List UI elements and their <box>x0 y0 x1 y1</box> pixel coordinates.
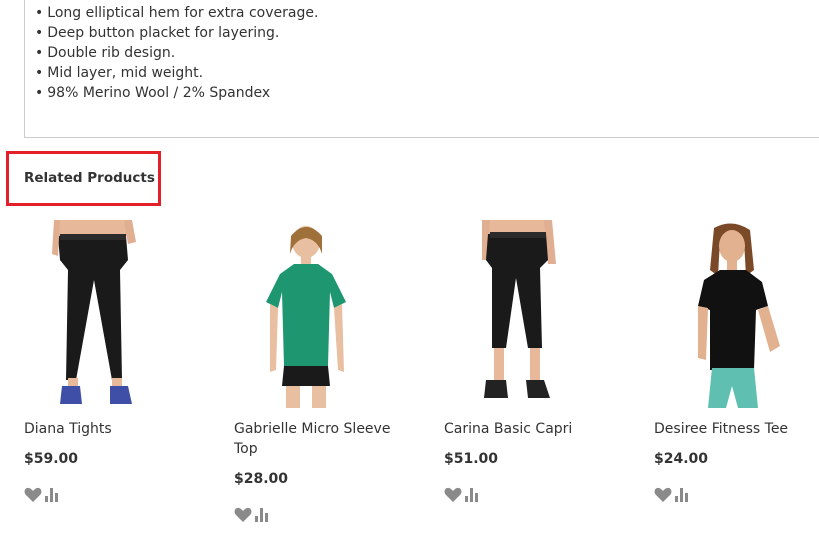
product-image-diana-tights[interactable] <box>24 220 164 408</box>
product-name[interactable]: Desiree Fitness Tee <box>654 419 819 439</box>
description-bullet: Double rib design. <box>35 43 318 63</box>
product-name[interactable]: Gabrielle Micro Sleeve Top <box>234 419 399 459</box>
related-products-title: Related Products <box>24 170 155 186</box>
product-image-desiree-tee[interactable] <box>654 220 794 408</box>
product-actions <box>654 487 698 503</box>
description-bullet: Long elliptical hem for extra coverage. <box>35 3 318 23</box>
product-price: $28.00 <box>234 471 289 487</box>
description-bullet: Deep button placket for layering. <box>35 23 318 43</box>
product-price: $59.00 <box>24 451 79 467</box>
description-bullet: 98% Merino Wool / 2% Spandex <box>35 83 318 103</box>
compare-chart-icon[interactable] <box>255 508 271 522</box>
product-actions <box>444 487 488 503</box>
product-name[interactable]: Carina Basic Capri <box>444 419 609 439</box>
product-image-carina-capri[interactable] <box>444 220 584 408</box>
product-actions <box>24 487 68 503</box>
product-price: $51.00 <box>444 451 499 467</box>
description-bullet: Mid layer, mid weight. <box>35 63 318 83</box>
product-description-list: Long elliptical hem for extra coverage. … <box>35 3 318 103</box>
compare-chart-icon[interactable] <box>45 488 61 502</box>
compare-chart-icon[interactable] <box>465 488 481 502</box>
heart-icon[interactable] <box>654 487 672 503</box>
compare-chart-icon[interactable] <box>675 488 691 502</box>
product-name[interactable]: Diana Tights <box>24 419 189 439</box>
heart-icon[interactable] <box>234 507 252 523</box>
product-price: $24.00 <box>654 451 709 467</box>
product-actions <box>234 507 278 523</box>
heart-icon[interactable] <box>444 487 462 503</box>
heart-icon[interactable] <box>24 487 42 503</box>
product-image-gabrielle-top[interactable] <box>234 220 374 408</box>
